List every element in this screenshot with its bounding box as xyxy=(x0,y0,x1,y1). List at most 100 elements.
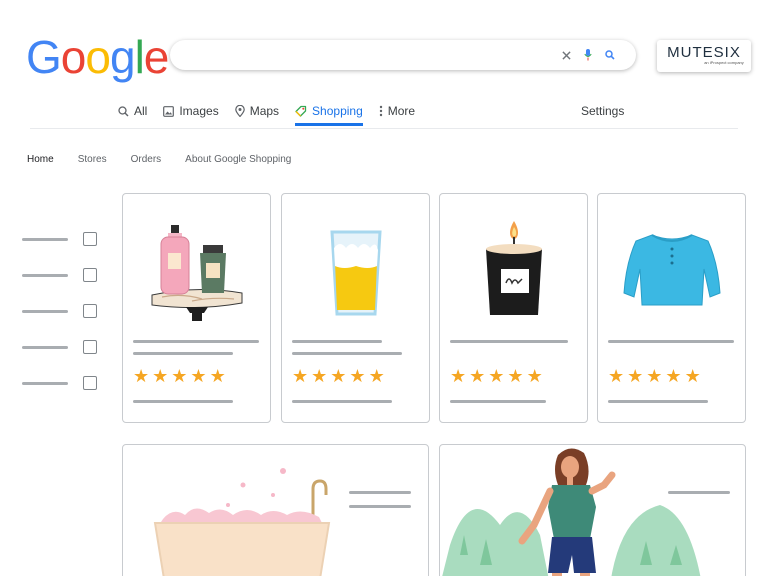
star-icon: ★ xyxy=(330,366,347,387)
logo-letter: o xyxy=(85,31,111,83)
star-icon: ★ xyxy=(469,366,486,387)
star-icon: ★ xyxy=(152,366,169,387)
star-icon: ★ xyxy=(450,366,467,387)
filter-checkbox[interactable] xyxy=(83,340,97,354)
tab-label: More xyxy=(387,104,416,118)
tab-images[interactable]: Images xyxy=(163,102,219,120)
mutesix-logo: MUTESIX an iProspect company xyxy=(657,40,751,72)
filter-checkbox[interactable] xyxy=(83,304,97,318)
shopping-subnav: Home Stores Orders About Google Shopping xyxy=(27,154,291,165)
settings-link[interactable]: Settings xyxy=(581,104,624,118)
filter-label-placeholder xyxy=(22,346,68,349)
subnav-stores[interactable]: Stores xyxy=(78,154,107,165)
filter-checkbox[interactable] xyxy=(83,232,97,246)
clear-icon[interactable] xyxy=(560,47,572,63)
product-price-placeholder xyxy=(608,400,708,403)
search-icon xyxy=(118,105,129,116)
product-title-placeholder xyxy=(292,340,382,343)
logo-letter: g xyxy=(109,31,136,83)
product-card-candle[interactable]: ★ ★ ★ ★ ★ xyxy=(439,193,588,423)
star-icon: ★ xyxy=(507,366,524,387)
feature-title-placeholder xyxy=(349,491,411,494)
brand-name: MUTESIX xyxy=(667,44,741,61)
star-icon: ★ xyxy=(171,366,188,387)
featured-card-fashion[interactable] xyxy=(439,444,746,576)
tab-shopping[interactable]: Shopping xyxy=(295,102,363,126)
search-input[interactable] xyxy=(170,40,636,70)
tab-label: Shopping xyxy=(312,104,363,118)
filter-label-placeholder xyxy=(22,382,68,385)
star-icon: ★ xyxy=(368,366,385,387)
tab-label: All xyxy=(134,104,148,118)
product-title-placeholder xyxy=(608,340,734,343)
star-rating: ★ ★ ★ ★ ★ xyxy=(608,368,701,386)
filter-row xyxy=(22,266,102,302)
star-icon: ★ xyxy=(190,366,207,387)
filter-row xyxy=(22,302,102,338)
star-icon: ★ xyxy=(665,366,682,387)
tab-more[interactable]: More xyxy=(379,102,415,120)
google-logo[interactable]: Google xyxy=(26,30,170,84)
featured-card-bath[interactable] xyxy=(122,444,429,576)
logo-letter: G xyxy=(26,31,62,83)
logo-letter: l xyxy=(134,31,145,83)
subnav-about[interactable]: About Google Shopping xyxy=(185,154,291,165)
product-card-sweater[interactable]: ★ ★ ★ ★ ★ xyxy=(597,193,746,423)
product-price-placeholder xyxy=(292,400,392,403)
divider xyxy=(30,128,738,129)
bottles-icon xyxy=(123,206,270,330)
filter-label-placeholder xyxy=(22,274,68,277)
star-rating: ★ ★ ★ ★ ★ xyxy=(133,368,226,386)
more-vert-icon xyxy=(379,105,382,117)
star-rating: ★ ★ ★ ★ ★ xyxy=(450,368,543,386)
product-subtitle-placeholder xyxy=(133,352,233,355)
filter-label-placeholder xyxy=(22,238,68,241)
star-icon: ★ xyxy=(292,366,309,387)
image-icon xyxy=(163,105,175,117)
tab-maps[interactable]: Maps xyxy=(234,102,280,120)
star-icon: ★ xyxy=(526,366,543,387)
star-icon: ★ xyxy=(627,366,644,387)
star-icon: ★ xyxy=(684,366,701,387)
mic-icon[interactable] xyxy=(582,47,594,63)
filter-row xyxy=(22,338,102,374)
search-icon[interactable] xyxy=(604,47,616,63)
product-title-placeholder xyxy=(133,340,259,343)
feature-title-placeholder xyxy=(668,491,730,494)
star-icon: ★ xyxy=(488,366,505,387)
filter-label-placeholder xyxy=(22,310,68,313)
product-price-placeholder xyxy=(450,400,546,403)
tab-label: Maps xyxy=(249,104,280,118)
logo-letter: e xyxy=(143,31,170,83)
feature-subtitle-placeholder xyxy=(349,505,411,508)
tag-icon xyxy=(295,105,307,117)
search-tabs: All Images Maps Shopping More xyxy=(118,102,415,126)
filter-row xyxy=(22,230,102,266)
candle-icon xyxy=(440,206,587,330)
filter-checkbox[interactable] xyxy=(83,376,97,390)
star-icon: ★ xyxy=(311,366,328,387)
person-illustration xyxy=(442,448,701,576)
tab-all[interactable]: All xyxy=(118,102,147,120)
pin-icon xyxy=(234,105,245,117)
star-icon: ★ xyxy=(349,366,366,387)
subnav-home[interactable]: Home xyxy=(27,154,54,165)
logo-letter: o xyxy=(60,31,87,83)
search-actions xyxy=(560,47,616,63)
product-price-placeholder xyxy=(133,400,233,403)
subnav-orders[interactable]: Orders xyxy=(131,154,162,165)
product-card-toiletries[interactable]: ★ ★ ★ ★ ★ xyxy=(122,193,271,423)
product-title-placeholder xyxy=(450,340,568,343)
filter-list xyxy=(22,230,102,410)
bathtub-illustration xyxy=(153,468,331,576)
star-icon: ★ xyxy=(608,366,625,387)
glass-icon xyxy=(282,206,429,330)
tab-label: Images xyxy=(179,104,219,118)
star-rating: ★ ★ ★ ★ ★ xyxy=(292,368,385,386)
product-card-drink[interactable]: ★ ★ ★ ★ ★ xyxy=(281,193,430,423)
filter-row xyxy=(22,374,102,410)
product-subtitle-placeholder xyxy=(292,352,402,355)
star-icon: ★ xyxy=(133,366,150,387)
filter-checkbox[interactable] xyxy=(83,268,97,282)
star-icon: ★ xyxy=(209,366,226,387)
